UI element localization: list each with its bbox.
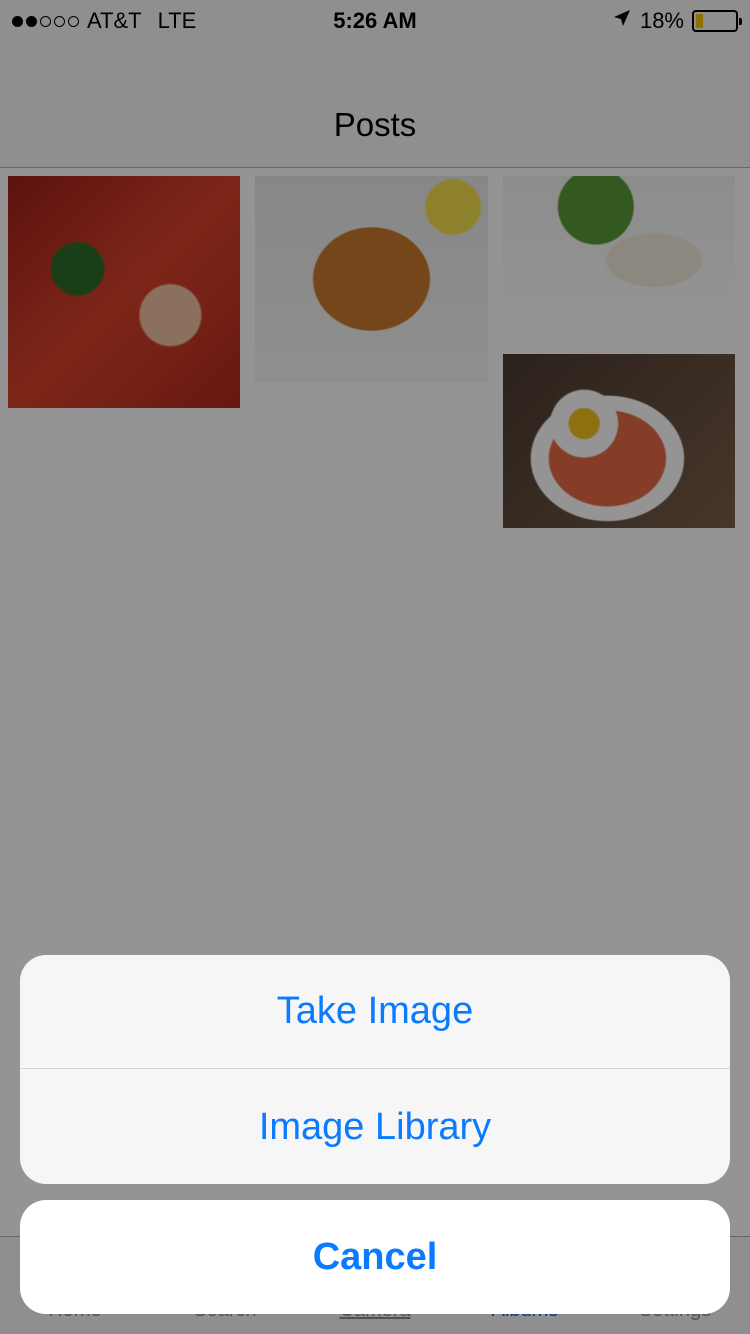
cancel-button[interactable]: Cancel — [20, 1200, 730, 1314]
action-sheet: Take Image Image Library — [20, 955, 730, 1184]
take-image-button[interactable]: Take Image — [20, 955, 730, 1069]
image-library-button[interactable]: Image Library — [20, 1070, 730, 1184]
